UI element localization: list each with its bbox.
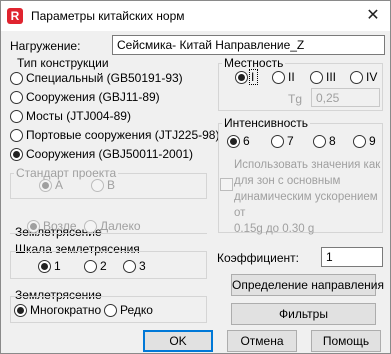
ok-button[interactable]: OK: [143, 330, 213, 352]
acceleration-checkbox-label: Использовать значения как для зон с осно…: [234, 157, 382, 237]
option-label: Мосты (JTJ004-89): [26, 109, 131, 123]
option-label: B: [107, 178, 116, 192]
radio-indicator: [272, 70, 285, 84]
radio-indicator: [271, 134, 284, 148]
title-bar[interactable]: R Параметры китайских норм ✕: [1, 1, 390, 31]
option-label: Многократно: [30, 303, 102, 317]
acceleration-checkbox[interactable]: [220, 178, 233, 191]
radio-indicator: [84, 219, 97, 233]
option-label: 8: [329, 134, 336, 148]
radio-indicator: [310, 70, 323, 84]
coefficient-label: Коэффициент:: [217, 251, 299, 265]
locality-option-iii[interactable]: III: [310, 70, 336, 84]
radio-indicator: [104, 303, 117, 317]
radio-indicator: [39, 178, 52, 192]
radio-indicator: [10, 109, 23, 123]
coefficient-field[interactable]: 1: [321, 247, 383, 267]
radio-indicator: [10, 90, 23, 104]
earthquake-option-often[interactable]: Многократно: [14, 303, 101, 317]
option-label: 7: [287, 134, 294, 148]
radio-indicator: [10, 147, 23, 161]
radio-indicator: [27, 219, 40, 233]
option-label: Сооружения (GBJ11-89): [26, 90, 160, 104]
dialog-window: R Параметры китайских норм ✕ Нагружение:…: [0, 0, 391, 354]
option-label: Далеко: [100, 219, 141, 233]
tg-label: Tg: [288, 92, 303, 106]
radio-indicator: [14, 303, 27, 317]
label-line: Использовать значения как: [234, 159, 381, 171]
scale-option-1[interactable]: 1: [38, 259, 61, 273]
label-line: для зон с основным: [234, 175, 341, 187]
intensity-option-9[interactable]: 9: [353, 134, 376, 148]
construction-type-option[interactable]: Сооружения (GBJ50011-2001): [10, 147, 193, 161]
option-label: Сооружения (GBJ50011-2001): [26, 147, 194, 161]
earthquake-zone-far-radio[interactable]: Далеко: [84, 219, 141, 233]
revit-app-icon: R: [7, 8, 23, 24]
load-field[interactable]: Сейсмика- Китай Направление_Z: [112, 35, 385, 55]
cancel-button[interactable]: Отмена: [227, 330, 297, 352]
option-label: 1: [54, 259, 61, 273]
intensity-option-6[interactable]: 6: [227, 134, 250, 148]
earthquake-zone-near-radio[interactable]: Возле: [27, 219, 77, 233]
radio-indicator: [123, 259, 136, 273]
construction-type-option[interactable]: Сооружения (GBJ11-89): [10, 90, 160, 104]
option-label: II: [288, 70, 295, 84]
radio-indicator: [10, 71, 23, 85]
radio-indicator: [353, 134, 366, 148]
radio-indicator: [313, 134, 326, 148]
focus-indicator: [249, 69, 258, 85]
option-label: 9: [369, 134, 376, 148]
option-label: 3: [139, 259, 146, 273]
locality-title: Местность: [222, 56, 286, 70]
radio-indicator: [91, 178, 104, 192]
standard-option-b[interactable]: B: [91, 178, 115, 192]
option-label: A: [55, 178, 64, 192]
label-line: динамическим ускорением от: [234, 191, 378, 219]
intensity-option-8[interactable]: 8: [313, 134, 336, 148]
radio-indicator: [235, 70, 248, 84]
earthquake-zone-frame: [10, 233, 207, 234]
close-icon[interactable]: ✕: [362, 5, 384, 27]
standard-option-a[interactable]: A: [39, 178, 63, 192]
option-label: 6: [243, 134, 250, 148]
scale-option-3[interactable]: 3: [123, 259, 146, 273]
construction-type-option[interactable]: Портовые сооружения (JTJ225-98): [10, 128, 219, 142]
intensity-title: Интенсивность: [222, 116, 311, 130]
radio-indicator: [227, 134, 240, 148]
filters-button[interactable]: Фильтры: [231, 303, 376, 325]
intensity-option-7[interactable]: 7: [271, 134, 294, 148]
option-label: Специальный (GB50191-93): [26, 71, 183, 85]
option-label: IV: [366, 70, 378, 84]
help-button[interactable]: Помощь: [311, 330, 381, 352]
option-label: III: [326, 70, 337, 84]
option-label: Возле: [43, 219, 77, 233]
earthquake-option-rare[interactable]: Редко: [104, 303, 153, 317]
construction-type-title: Тип конструкции: [17, 56, 109, 70]
radio-indicator: [350, 70, 363, 84]
label-line: 0.15g до 0.30 g: [234, 223, 315, 235]
radio-indicator: [38, 259, 51, 273]
scale-option-2[interactable]: 2: [84, 259, 107, 273]
direction-button[interactable]: Определение направления: [231, 274, 384, 296]
option-label: Портовые сооружения (JTJ225-98): [26, 128, 220, 142]
option-label: 2: [100, 259, 107, 273]
construction-type-option[interactable]: Специальный (GB50191-93): [10, 71, 183, 85]
option-label: Редко: [120, 303, 153, 317]
window-title: Параметры китайских норм: [31, 9, 185, 23]
load-label: Нагружение:: [10, 39, 81, 53]
locality-option-iv[interactable]: IV: [350, 70, 377, 84]
radio-indicator: [84, 259, 97, 273]
locality-option-ii[interactable]: II: [272, 70, 295, 84]
tg-field[interactable]: 0,25: [311, 88, 380, 107]
radio-indicator: [10, 128, 23, 142]
construction-type-option[interactable]: Мосты (JTJ004-89): [10, 109, 131, 123]
